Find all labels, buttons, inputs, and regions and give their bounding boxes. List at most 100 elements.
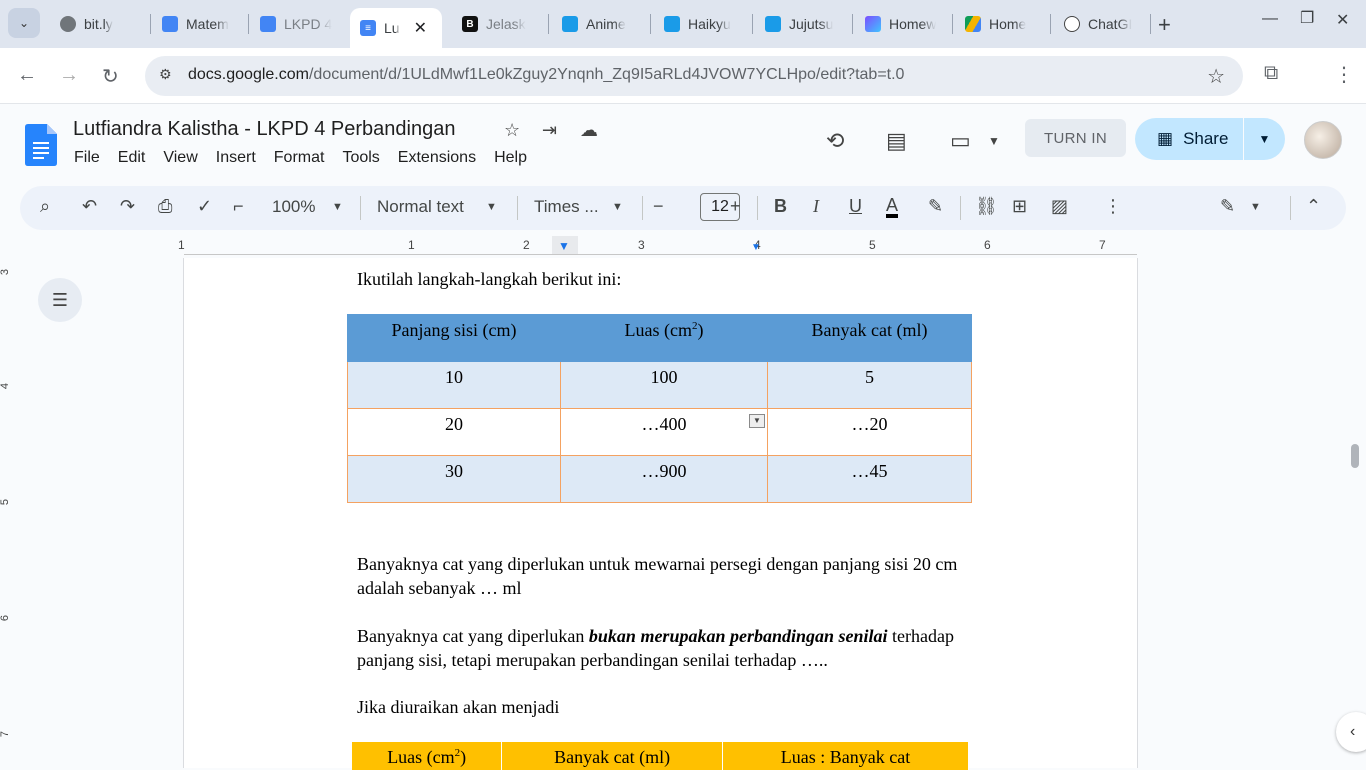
data-table[interactable]: Panjang sisi (cm) Luas (cm2) Banyak cat … [347,314,972,503]
tab-search-button[interactable]: ⌄ [8,8,40,38]
menu-help[interactable]: Help [494,149,527,167]
turn-in-button[interactable]: TURN IN [1025,119,1126,157]
bookmark-star-icon[interactable]: ☆ [1207,64,1225,89]
menu-format[interactable]: Format [274,149,325,167]
docs-logo-icon[interactable] [25,124,57,166]
table-header-cell[interactable]: Banyak cat (ml) [767,314,972,362]
table-cell[interactable]: …20 [767,408,972,456]
document-title[interactable]: Lutfiandra Kalistha - LKPD 4 Perbandinga… [73,118,455,141]
document-page[interactable]: Ikutilah langkah-langkah berikut ini: Pa… [183,258,1138,770]
cell-dropdown-icon[interactable]: ▼ [749,414,765,428]
back-arrow-icon[interactable]: ← [17,64,37,87]
increase-font-size-icon[interactable]: + [730,196,741,217]
zoom-select[interactable]: 100% [272,197,315,217]
browser-tab[interactable]: Homew [855,8,955,40]
editing-mode-icon[interactable]: ✎ [1220,196,1235,217]
table-row: 10 100 5 [347,361,972,409]
minimize-icon[interactable]: — [1262,10,1278,28]
menu-view[interactable]: View [163,149,197,167]
browser-tab[interactable]: Haikyu [654,8,754,40]
browser-tab[interactable]: Home [955,8,1055,40]
reload-icon[interactable]: ↻ [102,64,119,89]
font-dropdown-icon[interactable]: ▼ [612,201,623,213]
table-cell[interactable]: 20 [347,408,561,456]
editing-mode-dropdown-icon[interactable]: ▼ [1250,201,1261,213]
highlight-color-icon[interactable]: ✎ [928,196,943,217]
paragraph-style-select[interactable]: Normal text [377,197,464,217]
table-header-cell[interactable]: Luas (cm2) [352,742,503,770]
text-color-icon[interactable]: A [886,196,899,218]
add-comment-icon[interactable]: ⊞ [1012,196,1027,217]
spellcheck-icon[interactable]: ✓ [197,196,212,217]
move-folder-icon[interactable]: ⇥ [542,120,557,141]
zoom-dropdown-icon[interactable]: ▼ [332,201,343,213]
paint-format-icon[interactable]: ⌐ [233,196,244,217]
table-cell[interactable]: 30 [347,455,561,503]
menu-file[interactable]: File [74,149,100,167]
browser-tab[interactable]: bit.ly [50,8,150,40]
share-button[interactable]: ▦ Share [1135,118,1243,160]
browser-tab-active[interactable]: ≡ Lu ✕ [350,8,442,48]
robot-icon [765,16,781,32]
undo-icon[interactable]: ↶ [82,196,97,217]
menu-tools[interactable]: Tools [342,149,379,167]
table-cell[interactable]: 100 [560,361,768,409]
italic-icon[interactable]: I [813,196,819,217]
browser-menu-icon[interactable]: ⋮ [1334,62,1354,87]
table-header-cell[interactable]: Luas (cm2) [560,314,768,362]
table-header-cell[interactable]: Luas : Banyak cat [722,742,970,770]
hide-menus-chevron-icon[interactable]: ⌃ [1306,196,1321,217]
table-cell-active[interactable]: …400 ▼ [560,408,768,456]
insert-image-icon[interactable]: ▨ [1051,196,1068,217]
share-dropdown-icon[interactable]: ▼ [1244,132,1285,146]
close-icon[interactable]: ✕ [414,18,427,38]
right-indent-marker-icon[interactable]: ▼ [751,242,761,253]
browser-tab[interactable]: Anime [552,8,652,40]
browser-tab[interactable]: Jujutsu [755,8,855,40]
table-cell[interactable]: …900 [560,455,768,503]
scrollbar-thumb[interactable] [1351,444,1359,468]
avatar[interactable] [1304,121,1342,159]
browser-tab[interactable]: Matem [152,8,252,40]
comments-icon[interactable]: ▤ [886,128,907,154]
star-icon[interactable]: ☆ [504,120,520,141]
site-info-icon[interactable]: ⚙ [159,66,179,86]
table-cell[interactable]: …45 [767,455,972,503]
table-header-cell[interactable]: Panjang sisi (cm) [347,314,561,362]
search-menus-icon[interactable]: ⌕ [40,196,50,217]
browser-tab[interactable]: ChatGI [1054,8,1154,40]
meet-video-icon[interactable]: ▭ [950,128,971,154]
horizontal-ruler[interactable]: 1 1 2 3 4 5 6 7 ▼ ▼ [0,236,1366,256]
insert-link-icon[interactable]: ⛓ [975,196,998,217]
decrease-font-size-icon[interactable]: − [653,196,664,217]
table-header-cell[interactable]: Banyak cat (ml) [501,742,723,770]
browser-tab-strip: ⌄ bit.ly Matem LKPD 4 ≡ Lu ✕ B Jelask An… [0,0,1366,48]
menu-edit[interactable]: Edit [118,149,146,167]
menu-insert[interactable]: Insert [216,149,256,167]
maximize-icon[interactable]: ❐ [1300,8,1314,28]
table-cell[interactable]: 5 [767,361,972,409]
print-icon[interactable]: ⎙ [158,196,172,217]
browser-tab[interactable]: LKPD 4 [250,8,350,40]
indent-marker-icon[interactable]: ▼ [558,239,570,253]
document-outline-button[interactable]: ☰ [38,278,82,322]
address-bar[interactable]: ⚙ docs.google.com/document/d/1ULdMwf1Le0… [145,56,1243,96]
meet-dropdown-icon[interactable]: ▼ [988,134,1000,148]
font-select[interactable]: Times ... [534,197,599,217]
ratio-table[interactable]: Luas (cm2) Banyak cat (ml) Luas : Banyak… [352,742,970,770]
new-tab-icon[interactable]: + [1158,12,1171,38]
outline-list-icon: ☰ [51,289,69,310]
underline-icon[interactable]: U [849,196,862,217]
bold-icon[interactable]: B [774,196,787,217]
menu-extensions[interactable]: Extensions [398,149,476,167]
side-panel-toggle[interactable]: ‹ [1336,712,1366,752]
more-options-icon[interactable]: ⋮ [1104,196,1122,217]
redo-icon[interactable]: ↷ [120,196,135,217]
forward-arrow-icon[interactable]: → [59,64,79,87]
window-close-icon[interactable]: ✕ [1336,10,1349,30]
version-history-icon[interactable]: ⟲ [826,128,844,154]
table-cell[interactable]: 10 [347,361,561,409]
extensions-icon[interactable]: ⧉ [1264,62,1278,85]
style-dropdown-icon[interactable]: ▼ [486,201,497,213]
browser-tab[interactable]: B Jelask [452,8,552,40]
